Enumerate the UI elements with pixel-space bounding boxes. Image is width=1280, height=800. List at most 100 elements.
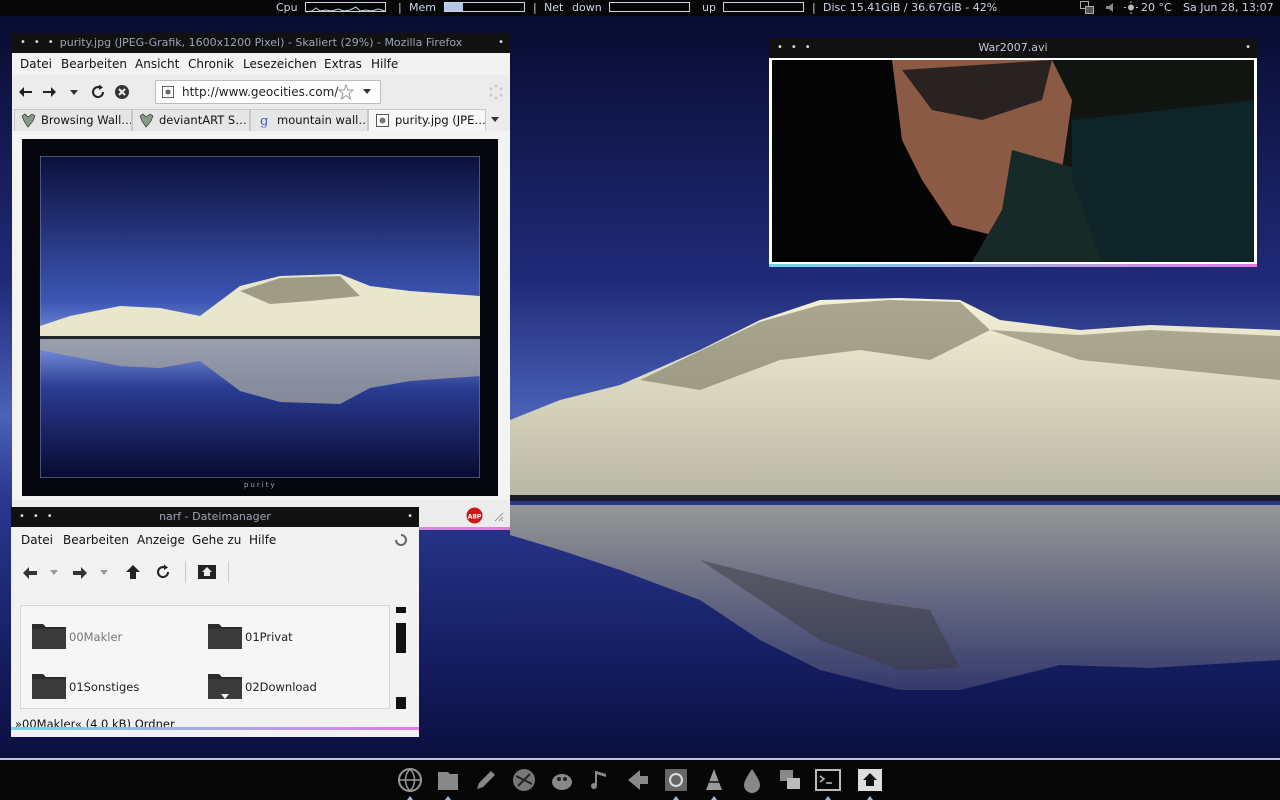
window-close-dot[interactable]: •: [1245, 38, 1251, 58]
image-frame: purity: [22, 139, 498, 496]
menu-hilfe[interactable]: Hilfe: [371, 57, 398, 71]
folder-item[interactable]: 00Makler: [31, 618, 171, 652]
music-note-icon[interactable]: [586, 766, 614, 794]
resize-grip-icon[interactable]: [492, 510, 504, 522]
files-icon[interactable]: [434, 766, 462, 794]
fm-up-icon[interactable]: [125, 564, 141, 580]
vlc-icon[interactable]: [700, 766, 728, 794]
fm-reload-icon[interactable]: [155, 564, 171, 580]
filemanager-window: ••• narf - Dateimanager • Datei Bearbeit…: [11, 507, 419, 737]
running-indicator-icon: [673, 796, 679, 800]
terminal-icon[interactable]: [814, 766, 842, 794]
folder-item[interactable]: 01Sonstiges: [31, 668, 171, 702]
disc-usage: Disc 15.41GiB / 36.67GiB - 42%: [823, 1, 998, 14]
tab-deviantart[interactable]: deviantART S…: [132, 109, 250, 131]
windows-icon[interactable]: [776, 766, 804, 794]
scroll-down-button[interactable]: [396, 697, 406, 709]
fm-back-icon[interactable]: [21, 565, 39, 581]
video-titlebar[interactable]: ••• War2007.avi •: [769, 38, 1257, 58]
panel-separator: |: [533, 1, 537, 14]
fm-menu-bearbeiten[interactable]: Bearbeiten: [63, 533, 129, 547]
fm-menu-hilfe[interactable]: Hilfe: [249, 533, 276, 547]
mem-label: Mem: [409, 1, 436, 14]
forward-arrow-icon[interactable]: [41, 84, 57, 100]
back-arrow-icon[interactable]: [18, 84, 34, 100]
adblock-label: ABP: [468, 514, 482, 521]
folder-download-icon: [208, 674, 242, 699]
window-close-dot[interactable]: •: [407, 507, 413, 527]
menu-extras[interactable]: Extras: [324, 57, 362, 71]
photo-icon[interactable]: [662, 766, 690, 794]
window-close-dot[interactable]: •: [498, 33, 504, 53]
tab-list-dropdown-icon[interactable]: [490, 116, 500, 124]
filemanager-titlebar[interactable]: ••• narf - Dateimanager •: [11, 507, 419, 527]
video-frame-border: [769, 58, 1257, 264]
running-indicator-icon: [867, 796, 873, 800]
tab-purity-jpg[interactable]: purity.jpg (JPE…: [368, 109, 486, 131]
adblock-icon[interactable]: ABP: [466, 507, 483, 524]
stop-icon[interactable]: [114, 84, 130, 100]
reload-icon[interactable]: [90, 84, 106, 100]
fm-back-dropdown-icon[interactable]: [50, 570, 58, 576]
menu-chronik[interactable]: Chronik: [188, 57, 234, 71]
fm-scrollbar[interactable]: [396, 607, 406, 711]
video-frame[interactable]: [772, 60, 1254, 262]
cpu-graph: [305, 2, 386, 13]
running-indicator-icon: [445, 796, 451, 800]
globe-icon[interactable]: [396, 766, 424, 794]
history-dropdown-icon[interactable]: [69, 88, 79, 96]
image-icon: [376, 114, 389, 127]
fm-home-icon[interactable]: [197, 562, 217, 580]
tab-browsing-wall[interactable]: Browsing Wall…: [14, 109, 132, 131]
url-dropdown-icon[interactable]: [362, 88, 372, 96]
url-bar[interactable]: http://www.geocities.com/: [155, 80, 381, 104]
folder-icon: [32, 674, 66, 699]
menu-ansicht[interactable]: Ansicht: [135, 57, 179, 71]
scroll-up-button[interactable]: [396, 607, 406, 613]
volume-icon[interactable]: [1104, 1, 1118, 14]
temperature: 20 °C: [1141, 1, 1172, 14]
mem-bar-fill: [445, 3, 464, 11]
firefox-titlebar[interactable]: ••• purity.jpg (JPEG-Grafik, 1600x1200 P…: [12, 33, 510, 53]
clock[interactable]: Sa Jun 28, 13:07: [1183, 1, 1274, 15]
window-menu-dots[interactable]: •••: [19, 507, 61, 527]
running-indicator-icon: [711, 796, 717, 800]
window-menu-dots[interactable]: •••: [777, 38, 819, 58]
fm-menu-gehe-zu[interactable]: Gehe zu: [192, 533, 241, 547]
weather-sun-icon: [1124, 1, 1138, 14]
menu-bearbeiten[interactable]: Bearbeiten: [61, 57, 127, 71]
window-accent-bar: [11, 727, 419, 730]
pencil-icon[interactable]: [472, 766, 500, 794]
window-switcher-icon[interactable]: [1080, 1, 1094, 14]
folder-item[interactable]: 02Download: [207, 668, 347, 702]
gimp-icon[interactable]: [548, 766, 576, 794]
network-icon[interactable]: [510, 766, 538, 794]
loading-throbber-icon: [489, 84, 503, 100]
folder-label: 00Makler: [69, 630, 123, 644]
window-menu-dots[interactable]: •••: [20, 33, 62, 53]
scroll-thumb[interactable]: [396, 623, 406, 653]
drop-icon[interactable]: [738, 766, 766, 794]
url-text[interactable]: http://www.geocities.com/: [182, 85, 338, 99]
net-up-graph: [723, 2, 804, 12]
menu-datei[interactable]: Datei: [20, 57, 52, 71]
fm-menu-anzeige[interactable]: Anzeige: [137, 533, 185, 547]
fm-forward-dropdown-icon[interactable]: [100, 570, 108, 576]
folder-item[interactable]: 01Privat: [207, 618, 347, 652]
running-indicator-icon: [825, 796, 831, 800]
panel-separator: |: [812, 1, 816, 14]
fm-menu-datei[interactable]: Datei: [21, 533, 53, 547]
mem-bar: [444, 2, 525, 12]
bookmark-star-icon[interactable]: [338, 84, 354, 100]
running-indicator-icon: [407, 796, 413, 800]
home-icon[interactable]: [856, 766, 884, 794]
activity-spinner-icon: [395, 534, 407, 546]
deviantart-icon: [139, 113, 154, 128]
net-up-label: up: [702, 1, 716, 14]
tab-mountain-wall[interactable]: g mountain wall…: [250, 109, 368, 131]
fm-forward-icon[interactable]: [71, 565, 89, 581]
menu-lesezeichen[interactable]: Lesezeichen: [243, 57, 317, 71]
arrow-icon[interactable]: [624, 766, 652, 794]
purity-image[interactable]: [40, 156, 480, 478]
cpu-graph-line: [305, 6, 386, 13]
